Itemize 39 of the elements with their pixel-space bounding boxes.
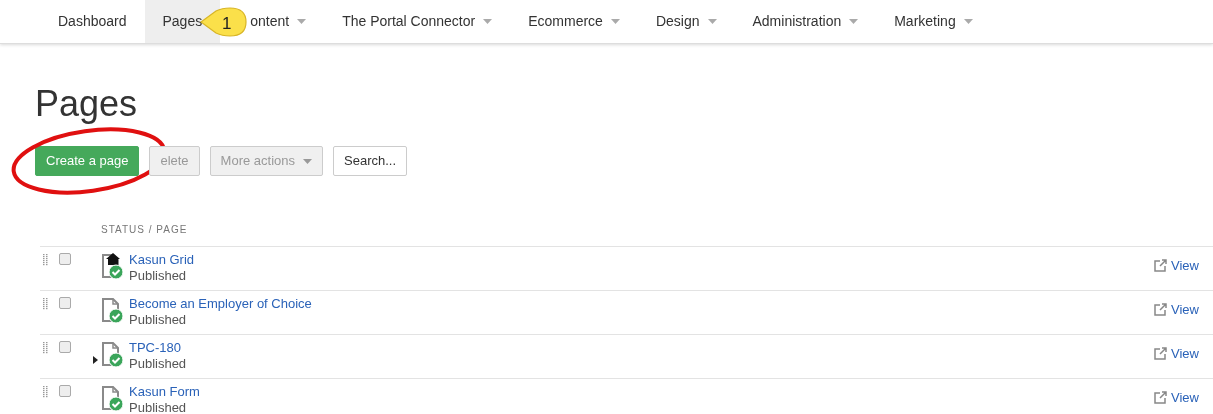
- nav-tab[interactable]: The Portal Connector: [324, 0, 511, 43]
- drag-handle-icon[interactable]: [43, 298, 49, 310]
- nav-tab[interactable]: Pages: [144, 0, 221, 43]
- caret-icon: [303, 158, 313, 164]
- page-title-link[interactable]: Become an Employer of Choice: [129, 296, 312, 312]
- column-header: STATUS / PAGE: [101, 224, 188, 235]
- view-link[interactable]: View: [1154, 344, 1199, 364]
- row-checkbox[interactable]: [59, 341, 71, 353]
- external-link-icon: [1154, 303, 1168, 317]
- status-text: Published: [129, 268, 188, 284]
- status-text: Published: [129, 400, 188, 414]
- nav-tab[interactable]: Marketing: [876, 0, 991, 43]
- row-checkbox[interactable]: [59, 385, 71, 397]
- drag-handle-icon[interactable]: [43, 254, 49, 266]
- status-text: Published: [129, 356, 187, 372]
- external-link-icon: [1154, 391, 1168, 405]
- view-link[interactable]: View: [1154, 256, 1199, 276]
- view-link[interactable]: View: [1154, 388, 1199, 408]
- expand-arrow-icon[interactable]: [93, 356, 98, 364]
- status-text: Published: [129, 312, 188, 328]
- page-published-icon: [101, 340, 125, 368]
- nav-tab[interactable]: Ecommerce: [510, 0, 638, 43]
- external-link-icon: [1154, 347, 1168, 361]
- page-title-link[interactable]: Kasun Form: [129, 384, 200, 400]
- page-title-link[interactable]: Kasun Grid: [129, 252, 195, 268]
- drag-handle-icon[interactable]: [43, 342, 49, 354]
- drag-handle-icon[interactable]: [43, 386, 49, 398]
- nav-tab[interactable]: Administration: [734, 0, 877, 43]
- external-link-icon: [1154, 259, 1168, 273]
- toolbar-button[interactable]: Search...: [333, 146, 408, 176]
- page-title: Pages: [35, 82, 139, 126]
- view-link[interactable]: View: [1154, 300, 1199, 320]
- page-published-icon: [101, 296, 125, 324]
- page-title-link[interactable]: TPC-180: [129, 340, 187, 356]
- nav-tab[interactable]: Dashboard: [40, 0, 145, 43]
- nav-tab[interactable]: Design: [637, 0, 735, 43]
- row-checkbox[interactable]: [59, 297, 71, 309]
- home-page-icon: [101, 252, 125, 280]
- row-checkbox[interactable]: [59, 253, 71, 265]
